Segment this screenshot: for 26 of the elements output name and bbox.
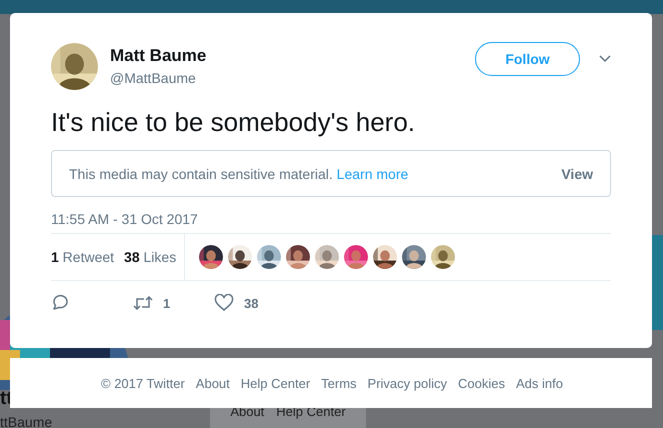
footer-link[interactable]: About (230, 404, 264, 428)
action-count: 38 (244, 296, 258, 310)
profile-handle: ttBaume (0, 414, 52, 428)
footer-link[interactable]: Help Center (276, 404, 346, 428)
tweet-text: It's nice to be somebody's hero. (51, 106, 416, 138)
heart-icon[interactable] (214, 294, 234, 312)
footer-link[interactable]: Ads info (516, 376, 563, 390)
author-name[interactable]: Matt Baume (110, 46, 475, 66)
author-handle[interactable]: @MattBaume (110, 70, 475, 86)
timestamp[interactable]: 11:55 AM - 31 Oct 2017 (51, 211, 611, 233)
stat-link[interactable]: 1 Retweet (51, 249, 114, 265)
footer-link[interactable]: Cookies (458, 376, 505, 390)
chevron-down-icon[interactable] (599, 54, 611, 62)
retweet-icon[interactable] (133, 295, 153, 311)
footer-link[interactable]: Privacy policy (368, 376, 448, 390)
notice-text: This media may contain sensitive material. Learn more (69, 166, 410, 182)
footer-link[interactable]: Terms (321, 376, 357, 390)
stat-link[interactable]: 38 Likes (124, 249, 176, 265)
action-count: 1 (163, 296, 170, 310)
view-button[interactable]: View (561, 166, 593, 182)
follow-button[interactable]: Follow (475, 42, 580, 76)
copyright-text: © 2017 Twitter (101, 376, 185, 390)
footer-link[interactable]: Help Center (240, 376, 310, 390)
footer-link[interactable]: About (196, 376, 230, 390)
reply-icon[interactable] (51, 294, 69, 312)
learn-more-link[interactable]: Learn more (336, 166, 408, 182)
